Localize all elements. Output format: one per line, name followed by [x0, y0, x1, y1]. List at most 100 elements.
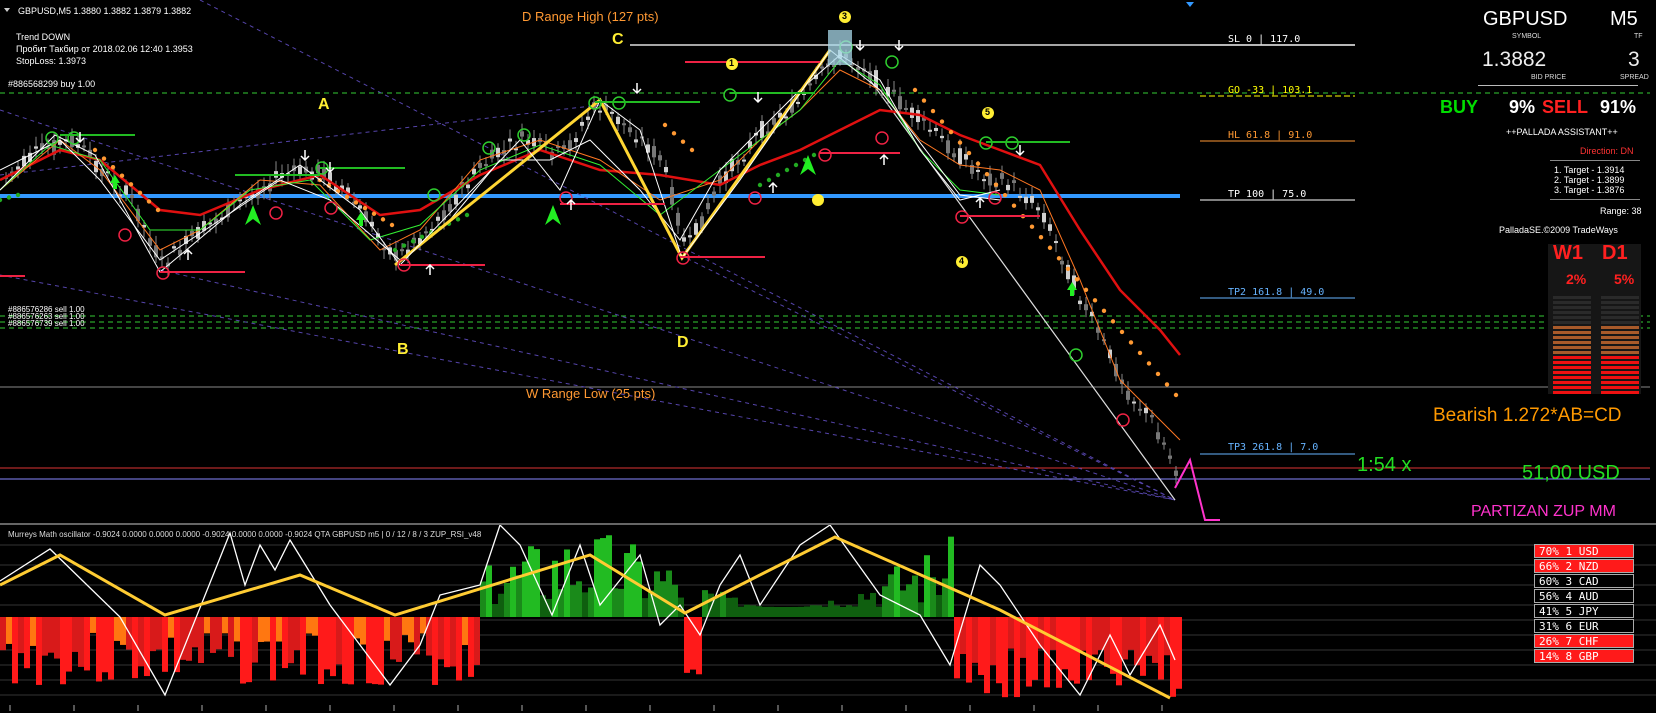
sar-dot [793, 162, 799, 168]
oscillator-bar [852, 606, 858, 617]
candle [892, 89, 896, 92]
order-label-sell[interactable]: #886576739 sell 1.00 [8, 320, 85, 328]
oscillator-bar [1008, 617, 1014, 649]
candle [1126, 390, 1130, 400]
oscillator-bar [48, 617, 54, 653]
sell-percent: 91% [1600, 97, 1637, 117]
sell-label: SELL [1542, 97, 1589, 117]
sar-dot [6, 195, 12, 200]
oscillator-bar [54, 617, 60, 659]
oscillator-bar [300, 617, 306, 675]
candle [1036, 207, 1040, 211]
sar-dot [1083, 287, 1089, 293]
oscillator-bar [582, 592, 588, 617]
meter-segment [1553, 341, 1591, 344]
panel-symbol: GBPUSD [1483, 8, 1568, 30]
w1-percent: 2% [1566, 271, 1587, 287]
oscillator-bar [780, 607, 786, 617]
sar-dot [1128, 340, 1134, 345]
sar-dot [921, 98, 927, 103]
oscillator-chart[interactable] [0, 525, 1656, 713]
symbol-header: GBPUSD,M5 1.3880 1.3882 1.3879 1.3882 [18, 6, 192, 16]
oscillator-bar [714, 597, 720, 617]
point-d-label: D [677, 334, 689, 351]
candle [796, 101, 800, 104]
oscillator-bar [810, 605, 816, 617]
candle [1144, 407, 1148, 414]
oscillator-bar [204, 617, 210, 634]
sar-dot [757, 182, 763, 188]
oscillator-bar [180, 617, 186, 660]
oscillator-bar [468, 617, 474, 677]
oscillator-bar [282, 617, 288, 669]
candle [1132, 401, 1136, 404]
candle [1000, 173, 1004, 179]
candle [706, 203, 710, 210]
oscillator-bar [240, 617, 246, 684]
sar-dot [912, 87, 918, 93]
sar-dot [966, 150, 972, 156]
sar-dot [92, 147, 98, 153]
candle [586, 116, 590, 120]
candle [448, 204, 452, 212]
candle [424, 231, 428, 234]
meter-segment [1601, 351, 1639, 354]
candle [1174, 470, 1178, 476]
candle [688, 235, 692, 238]
candle [472, 168, 476, 175]
candle [934, 127, 938, 132]
chart-window[interactable]: GBPUSD,M5 1.3880 1.3882 1.3879 1.3882 Tr… [0, 0, 1656, 713]
oscillator-bar [210, 617, 216, 653]
candle [742, 159, 746, 162]
candle [676, 212, 680, 226]
candle [1030, 195, 1034, 203]
oscillator-bar [276, 617, 282, 642]
candle [1078, 300, 1082, 305]
meter-segment [1601, 361, 1639, 364]
candle [898, 96, 902, 110]
oscillator-bar [858, 594, 864, 617]
currency-row-jpy: 41% 5 JPY [1534, 604, 1634, 618]
oscillator-bar [894, 566, 900, 617]
oscillator-bar [774, 606, 780, 617]
candle [1138, 408, 1142, 411]
oscillator-bar [666, 570, 672, 617]
candle [82, 145, 86, 148]
candle [580, 121, 584, 126]
sar-dot [1065, 266, 1071, 271]
meter-segment [1553, 331, 1591, 334]
meter-segment [1553, 311, 1591, 314]
candle [658, 155, 662, 161]
oscillator-bar [306, 617, 312, 634]
current-time-marker [1186, 2, 1194, 7]
oscillator-bar [624, 553, 630, 617]
meter-segment [1553, 301, 1591, 304]
oscillator-bar [294, 617, 300, 651]
sar-dot [1101, 308, 1107, 314]
candle [622, 123, 626, 126]
sar-dot [1092, 298, 1098, 303]
oscillator-bar [492, 603, 498, 617]
oscillator-bar [324, 617, 330, 670]
candle [496, 147, 500, 158]
order-label-buy[interactable]: #886568299 buy 1.00 [8, 79, 95, 90]
meter-segment [1601, 311, 1639, 314]
oscillator-bar [990, 617, 996, 666]
panel-spread-caption: SPREAD [1620, 74, 1649, 81]
oscillator-bar [834, 605, 840, 617]
sar-dot [401, 243, 407, 248]
sar-dot [1146, 361, 1152, 366]
stoploss-text: StopLoss: 1.3973 [16, 56, 87, 66]
oscillator-bar [1014, 617, 1020, 698]
oscillator-bar [456, 617, 462, 681]
sar-dot [1038, 235, 1044, 240]
oscillator-bar [738, 606, 744, 617]
range-text: Range: 38 [1600, 206, 1642, 216]
oscillator-bar [798, 606, 804, 617]
price-chart[interactable] [0, 0, 1656, 525]
oscillator-bar [12, 617, 18, 684]
oscillator-bar [498, 593, 504, 617]
oscillator-bar [18, 617, 24, 654]
oscillator-bar [318, 617, 324, 685]
meter-segment [1553, 306, 1591, 309]
